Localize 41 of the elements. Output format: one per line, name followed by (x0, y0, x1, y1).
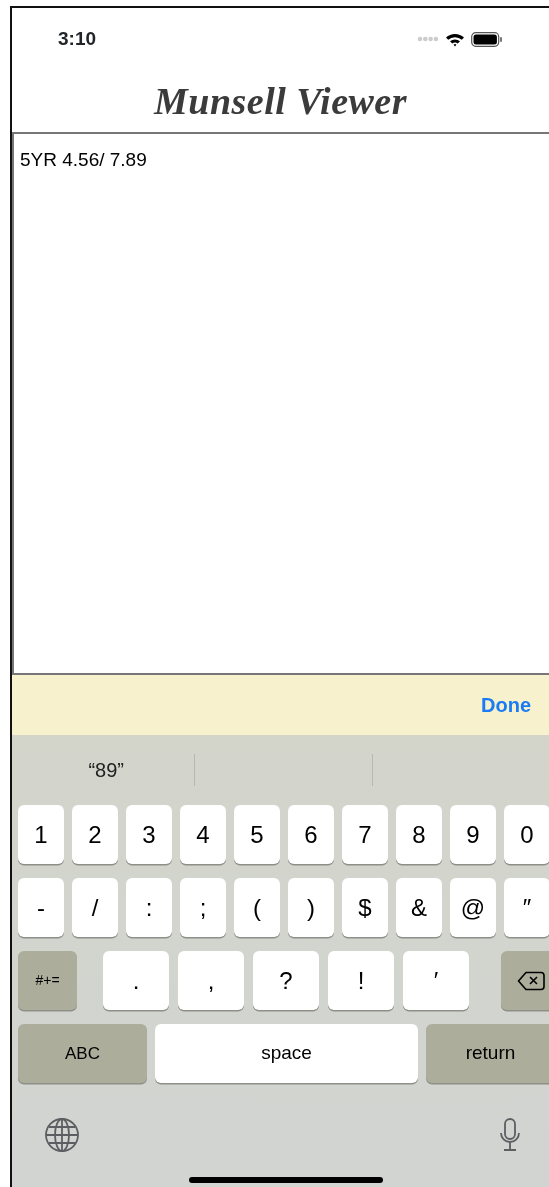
key[interactable]: ) (288, 878, 334, 937)
key[interactable]: @ (450, 878, 496, 937)
key[interactable]: & (396, 878, 442, 937)
key[interactable]: 0 (504, 805, 549, 864)
signal-icon (417, 36, 439, 42)
key[interactable]: : (126, 878, 172, 937)
status-time: 3:10 (58, 26, 97, 51)
key[interactable]: , (178, 951, 244, 1010)
key[interactable]: 3 (126, 805, 172, 864)
key[interactable]: 1 (18, 805, 64, 864)
key[interactable]: 4 (180, 805, 226, 864)
key[interactable]: ( (234, 878, 280, 937)
battery-icon (471, 31, 503, 47)
key[interactable]: ! (328, 951, 394, 1010)
key[interactable]: 9 (450, 805, 496, 864)
key[interactable]: 2 (72, 805, 118, 864)
key[interactable]: ″ (504, 878, 549, 937)
wifi-icon (445, 31, 465, 47)
key[interactable]: ? (253, 951, 319, 1010)
delete-icon (516, 970, 545, 991)
key[interactable]: . (103, 951, 169, 1010)
key[interactable]: ′ (403, 951, 469, 1010)
return-key[interactable]: return (426, 1024, 549, 1083)
text-area[interactable]: 5YR 4.56/ 7.89 (12, 132, 549, 675)
suggestion[interactable]: “89” (18, 754, 195, 786)
app-title: Munsell Viewer (154, 78, 407, 124)
globe-icon[interactable] (44, 1117, 80, 1153)
space-key[interactable]: space (155, 1024, 418, 1083)
key[interactable]: $ (342, 878, 388, 937)
key[interactable]: ; (180, 878, 226, 937)
key[interactable]: 6 (288, 805, 334, 864)
microphone-icon[interactable] (499, 1117, 521, 1153)
key[interactable]: / (72, 878, 118, 937)
abc-key[interactable]: ABC (18, 1024, 147, 1083)
symbols-key[interactable]: #+= (18, 951, 77, 1010)
key[interactable]: 5 (234, 805, 280, 864)
done-button[interactable]: Done (481, 686, 531, 724)
key[interactable]: - (18, 878, 64, 937)
key[interactable]: 8 (396, 805, 442, 864)
key[interactable]: 7 (342, 805, 388, 864)
delete-key[interactable] (501, 951, 549, 1010)
